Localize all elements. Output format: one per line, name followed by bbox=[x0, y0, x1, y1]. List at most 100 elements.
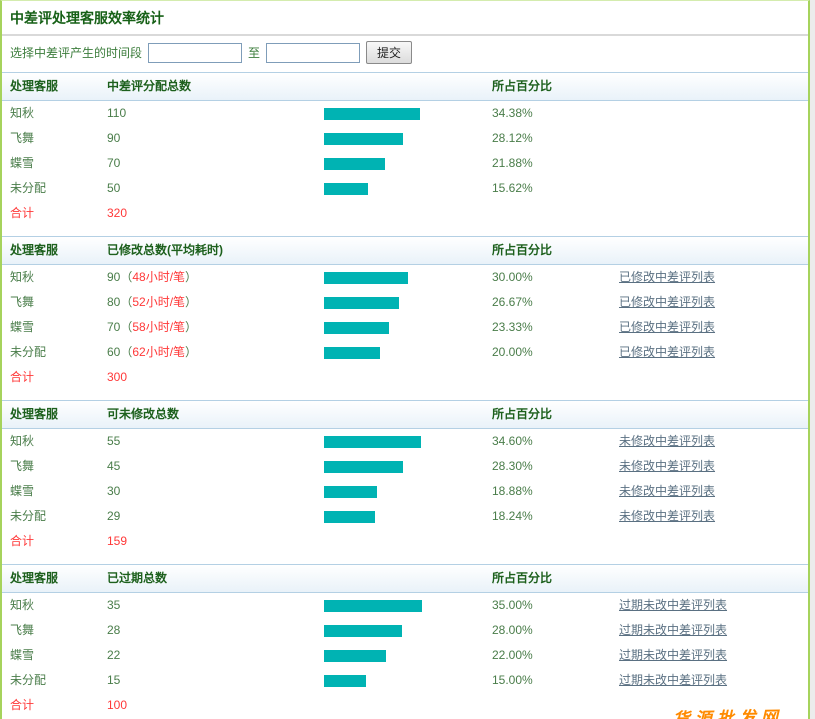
table-row: 飞舞45 28.30%未修改中差评列表 bbox=[2, 454, 808, 479]
bar-cell bbox=[324, 315, 492, 340]
percent-value: 34.60% bbox=[492, 429, 619, 454]
bar-cell bbox=[324, 290, 492, 315]
link-cell: 过期未改中差评列表 bbox=[619, 593, 808, 618]
count-detail: 58小时/笔 bbox=[132, 320, 185, 334]
watermark-line1: 货源批发网 bbox=[658, 703, 798, 719]
count-value: 80（52小时/笔） bbox=[107, 290, 324, 315]
percent-value: 34.38% bbox=[492, 101, 619, 126]
table-row: 蝶雪7021.88% bbox=[2, 151, 808, 176]
bar-cell bbox=[324, 618, 492, 643]
total-value: 159 bbox=[107, 529, 324, 554]
detail-list-link[interactable]: 未修改中差评列表 bbox=[619, 484, 715, 498]
bar-cell bbox=[324, 340, 492, 365]
count-value: 55 bbox=[107, 429, 324, 454]
detail-list-link[interactable]: 已修改中差评列表 bbox=[619, 345, 715, 359]
detail-list-link[interactable]: 已修改中差评列表 bbox=[619, 320, 715, 334]
total-value: 100 bbox=[107, 693, 324, 718]
total-value: 300 bbox=[107, 365, 324, 390]
link-cell: 已修改中差评列表 bbox=[619, 340, 808, 365]
percent-value: 22.00% bbox=[492, 643, 619, 668]
section-2: 处理客服已修改总数(平均耗时)所占百分比知秋90（48小时/笔）30.00%已修… bbox=[2, 233, 808, 397]
percent-value: 28.30% bbox=[492, 454, 619, 479]
col-header-link-spacer bbox=[619, 401, 808, 428]
table-row: 未分配5015.62% bbox=[2, 176, 808, 201]
agent-name: 未分配 bbox=[10, 504, 107, 529]
detail-list-link[interactable]: 未修改中差评列表 bbox=[619, 509, 715, 523]
value-bar bbox=[324, 158, 385, 170]
percent-value: 18.88% bbox=[492, 479, 619, 504]
page: 中差评处理客服效率统计 选择中差评产生的时间段 至 提交 处理客服中差评分配总数… bbox=[0, 0, 815, 719]
col-header-bar-spacer bbox=[324, 73, 492, 100]
bar-cell bbox=[324, 429, 492, 454]
section-3: 处理客服可未修改总数所占百分比知秋5534.60%未修改中差评列表飞舞4528.… bbox=[2, 397, 808, 561]
col-header-agent: 处理客服 bbox=[10, 73, 107, 100]
section-1: 处理客服中差评分配总数所占百分比知秋11034.38%飞舞9028.12%蝶雪7… bbox=[2, 69, 808, 233]
count-detail: 48小时/笔 bbox=[132, 270, 185, 284]
bar-cell-empty bbox=[324, 201, 492, 226]
agent-name: 飞舞 bbox=[10, 454, 107, 479]
count-value: 45 bbox=[107, 454, 324, 479]
link-cell: 未修改中差评列表 bbox=[619, 504, 808, 529]
bar-cell bbox=[324, 101, 492, 126]
section-header: 处理客服已过期总数所占百分比 bbox=[2, 564, 808, 593]
section-4: 处理客服已过期总数所占百分比知秋3535.00%过期未改中差评列表飞舞2828.… bbox=[2, 561, 808, 719]
link-cell: 已修改中差评列表 bbox=[619, 265, 808, 290]
count-value: 15 bbox=[107, 668, 324, 693]
col-header-count: 已修改总数(平均耗时) bbox=[107, 237, 324, 264]
date-from-input[interactable] bbox=[148, 43, 242, 63]
detail-list-link[interactable]: 过期未改中差评列表 bbox=[619, 598, 727, 612]
bar-cell bbox=[324, 593, 492, 618]
count-value: 90 bbox=[107, 126, 324, 151]
bar-cell bbox=[324, 454, 492, 479]
value-bar bbox=[324, 347, 380, 359]
total-label: 合计 bbox=[10, 529, 107, 554]
agent-name: 未分配 bbox=[10, 340, 107, 365]
agent-name: 未分配 bbox=[10, 176, 107, 201]
link-empty bbox=[619, 365, 808, 390]
value-bar bbox=[324, 133, 403, 145]
detail-list-link[interactable]: 过期未改中差评列表 bbox=[619, 648, 727, 662]
section-header: 处理客服已修改总数(平均耗时)所占百分比 bbox=[2, 236, 808, 265]
section-header: 处理客服中差评分配总数所占百分比 bbox=[2, 72, 808, 101]
count-value: 29 bbox=[107, 504, 324, 529]
table-row: 知秋11034.38% bbox=[2, 101, 808, 126]
bar-cell-empty bbox=[324, 365, 492, 390]
bar-cell bbox=[324, 126, 492, 151]
col-header-percent: 所占百分比 bbox=[492, 401, 619, 428]
link-cell: 未修改中差评列表 bbox=[619, 479, 808, 504]
col-header-link-spacer bbox=[619, 565, 808, 592]
col-header-agent: 处理客服 bbox=[10, 401, 107, 428]
detail-list-link[interactable]: 未修改中差评列表 bbox=[619, 434, 715, 448]
col-header-percent: 所占百分比 bbox=[492, 73, 619, 100]
table-row: 蝶雪3018.88%未修改中差评列表 bbox=[2, 479, 808, 504]
percent-value: 18.24% bbox=[492, 504, 619, 529]
date-to-input[interactable] bbox=[266, 43, 360, 63]
value-bar bbox=[324, 650, 386, 662]
detail-list-link[interactable]: 过期未改中差评列表 bbox=[619, 673, 727, 687]
link-cell bbox=[619, 126, 808, 151]
count-number: 90（ bbox=[107, 270, 132, 284]
detail-list-link[interactable]: 已修改中差评列表 bbox=[619, 295, 715, 309]
count-number: 60（ bbox=[107, 345, 132, 359]
filter-label: 选择中差评产生的时间段 bbox=[10, 44, 142, 61]
percent-value: 28.00% bbox=[492, 618, 619, 643]
col-header-agent: 处理客服 bbox=[10, 237, 107, 264]
detail-list-link[interactable]: 已修改中差评列表 bbox=[619, 270, 715, 284]
submit-button[interactable]: 提交 bbox=[366, 41, 412, 64]
value-bar bbox=[324, 486, 377, 498]
count-value: 35 bbox=[107, 593, 324, 618]
bar-cell bbox=[324, 265, 492, 290]
count-value: 90（48小时/笔） bbox=[107, 265, 324, 290]
detail-list-link[interactable]: 过期未改中差评列表 bbox=[619, 623, 727, 637]
value-bar bbox=[324, 436, 421, 448]
count-value: 30 bbox=[107, 479, 324, 504]
detail-list-link[interactable]: 未修改中差评列表 bbox=[619, 459, 715, 473]
value-bar bbox=[324, 272, 408, 284]
report-panel: 中差评处理客服效率统计 选择中差评产生的时间段 至 提交 处理客服中差评分配总数… bbox=[0, 0, 810, 719]
table-row: 蝶雪2222.00%过期未改中差评列表 bbox=[2, 643, 808, 668]
percent-value: 30.00% bbox=[492, 265, 619, 290]
col-header-link-spacer bbox=[619, 237, 808, 264]
col-header-count: 已过期总数 bbox=[107, 565, 324, 592]
filter-row: 选择中差评产生的时间段 至 提交 bbox=[2, 36, 808, 69]
value-bar bbox=[324, 461, 403, 473]
